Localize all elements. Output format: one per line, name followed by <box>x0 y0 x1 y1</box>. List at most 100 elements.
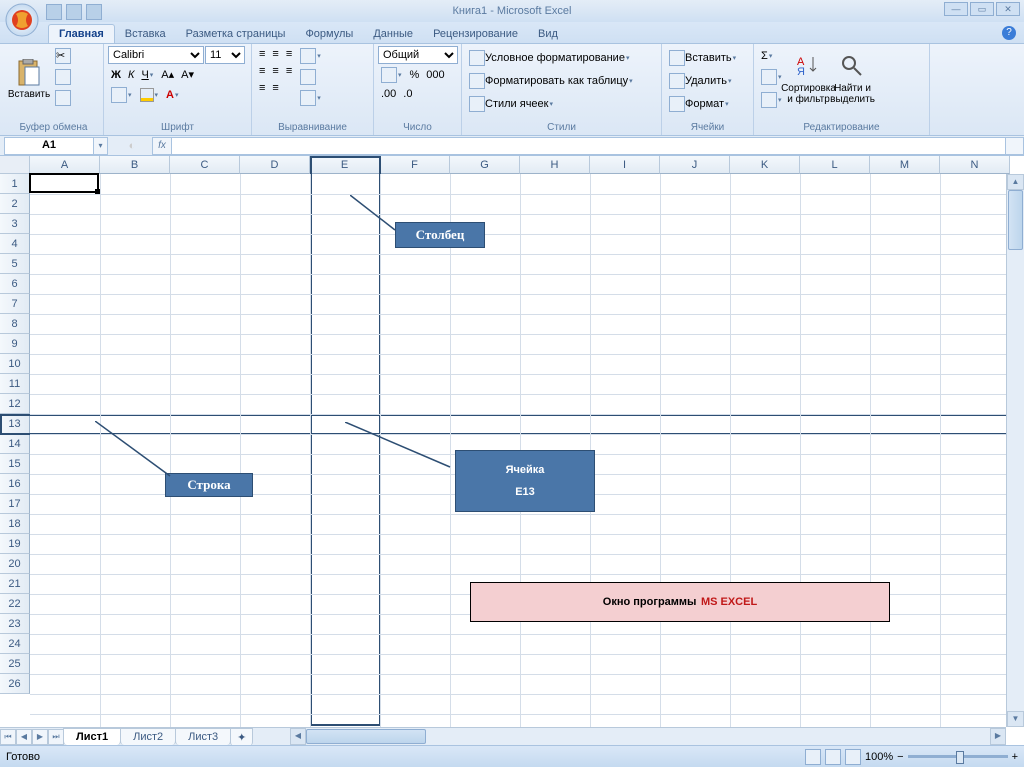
delete-cells-button[interactable]: Удалить▾ <box>666 71 736 91</box>
sheet-nav-prev-icon[interactable]: ◀ <box>16 729 32 745</box>
name-box[interactable]: A1 <box>4 137 94 155</box>
column-header[interactable]: G <box>450 156 520 174</box>
row-header[interactable]: 21 <box>0 574 30 594</box>
row-header[interactable]: 13 <box>0 414 30 434</box>
align-center-button[interactable]: ≡ <box>269 63 281 79</box>
percent-button[interactable]: % <box>407 67 423 83</box>
underline-button[interactable]: Ч▾ <box>138 67 157 83</box>
column-header[interactable]: F <box>380 156 450 174</box>
insert-cells-button[interactable]: Вставить▾ <box>666 48 740 68</box>
tab-view[interactable]: Вид <box>528 25 568 43</box>
tab-pagelayout[interactable]: Разметка страницы <box>176 25 296 43</box>
scroll-up-icon[interactable]: ▲ <box>1007 174 1024 190</box>
view-layout-icon[interactable] <box>825 749 841 765</box>
column-header[interactable]: B <box>100 156 170 174</box>
sheet-tab-1[interactable]: Лист1 <box>63 728 121 745</box>
align-left-button[interactable]: ≡ <box>256 63 268 79</box>
minimize-button[interactable]: — <box>944 2 968 16</box>
office-button[interactable] <box>4 2 40 38</box>
horizontal-scrollbar[interactable]: ◀ ▶ <box>290 727 1006 745</box>
row-header[interactable]: 10 <box>0 354 30 374</box>
indent-dec-button[interactable]: ≡ <box>256 80 268 96</box>
column-header[interactable]: I <box>590 156 660 174</box>
zoom-out-button[interactable]: − <box>897 751 903 763</box>
row-header[interactable]: 9 <box>0 334 30 354</box>
number-format-select[interactable]: Общий <box>378 46 458 64</box>
row-header[interactable]: 8 <box>0 314 30 334</box>
zoom-level[interactable]: 100% <box>865 751 893 763</box>
row-header[interactable]: 20 <box>0 554 30 574</box>
row-header[interactable]: 3 <box>0 214 30 234</box>
qat-save-icon[interactable] <box>46 4 62 20</box>
qat-undo-icon[interactable] <box>66 4 82 20</box>
orientation-button[interactable]: ▾ <box>297 46 325 66</box>
align-top-button[interactable]: ≡ <box>256 46 268 62</box>
column-header[interactable]: K <box>730 156 800 174</box>
sheet-tab-3[interactable]: Лист3 <box>175 728 231 745</box>
merge-button[interactable]: ▾ <box>297 88 325 108</box>
row-header[interactable]: 6 <box>0 274 30 294</box>
row-header[interactable]: 4 <box>0 234 30 254</box>
row-header[interactable]: 17 <box>0 494 30 514</box>
row-header[interactable]: 12 <box>0 394 30 414</box>
bold-button[interactable]: Ж <box>108 67 124 83</box>
align-bot-button[interactable]: ≡ <box>283 46 295 62</box>
find-select-button[interactable]: Найти и выделить <box>832 46 874 112</box>
align-mid-button[interactable]: ≡ <box>269 46 281 62</box>
copy-button[interactable] <box>52 67 74 87</box>
align-right-button[interactable]: ≡ <box>283 63 295 79</box>
column-header[interactable]: L <box>800 156 870 174</box>
column-header[interactable]: C <box>170 156 240 174</box>
dec-decimal-button[interactable]: .0 <box>400 86 415 102</box>
column-header[interactable]: M <box>870 156 940 174</box>
formatpainter-button[interactable] <box>52 88 74 108</box>
sheet-tab-new[interactable]: ✦ <box>230 728 253 746</box>
column-header[interactable]: J <box>660 156 730 174</box>
tab-review[interactable]: Рецензирование <box>423 25 528 43</box>
paste-button[interactable]: Вставить <box>8 46 50 112</box>
tab-data[interactable]: Данные <box>363 25 423 43</box>
row-header[interactable]: 22 <box>0 594 30 614</box>
maximize-button[interactable]: ▭ <box>970 2 994 16</box>
scroll-right-icon[interactable]: ▶ <box>990 728 1006 745</box>
fx-button[interactable]: fx <box>152 137 172 155</box>
cond-format-button[interactable]: Условное форматирование ▾ <box>466 48 633 68</box>
zoom-slider[interactable] <box>908 755 1008 758</box>
borders-button[interactable]: ▾ <box>108 85 136 105</box>
autosum-button[interactable]: Σ ▾ <box>758 48 786 64</box>
row-header[interactable]: 11 <box>0 374 30 394</box>
tab-formulas[interactable]: Формулы <box>295 25 363 43</box>
select-all-corner[interactable] <box>0 156 30 174</box>
row-header[interactable]: 7 <box>0 294 30 314</box>
row-header[interactable]: 15 <box>0 454 30 474</box>
scroll-left-icon[interactable]: ◀ <box>290 728 306 745</box>
wrap-text-button[interactable] <box>297 67 325 87</box>
font-color-button[interactable]: A▾ <box>163 87 182 103</box>
row-header[interactable]: 24 <box>0 634 30 654</box>
sheet-nav-first-icon[interactable]: ⏮ <box>0 729 16 745</box>
sort-filter-button[interactable]: АЯ Сортировка и фильтр <box>788 46 830 112</box>
row-header[interactable]: 1 <box>0 174 30 194</box>
row-header[interactable]: 18 <box>0 514 30 534</box>
row-header[interactable]: 2 <box>0 194 30 214</box>
scroll-down-icon[interactable]: ▼ <box>1007 711 1024 727</box>
fill-color-button[interactable]: ▾ <box>137 86 163 104</box>
sheet-nav-next-icon[interactable]: ▶ <box>32 729 48 745</box>
shrink-font-button[interactable]: A▾ <box>178 66 197 83</box>
scroll-h-thumb[interactable] <box>306 729 426 744</box>
row-header[interactable]: 23 <box>0 614 30 634</box>
cell-styles-button[interactable]: Стили ячеек ▾ <box>466 94 557 114</box>
font-name-select[interactable]: Calibri <box>108 46 204 64</box>
formula-expand-button[interactable] <box>1006 137 1024 155</box>
format-cells-button[interactable]: Формат▾ <box>666 94 733 114</box>
zoom-in-button[interactable]: + <box>1012 751 1018 763</box>
scroll-v-thumb[interactable] <box>1008 190 1023 250</box>
comma-button[interactable]: 000 <box>423 67 447 83</box>
indent-inc-button[interactable]: ≡ <box>269 80 281 96</box>
sheet-nav-last-icon[interactable]: ⏭ <box>48 729 64 745</box>
vertical-scrollbar[interactable]: ▲ ▼ <box>1006 174 1024 727</box>
view-break-icon[interactable] <box>845 749 861 765</box>
italic-button[interactable]: К <box>125 67 137 83</box>
grow-font-button[interactable]: A▴ <box>158 66 177 83</box>
inc-decimal-button[interactable]: .00 <box>378 86 399 102</box>
